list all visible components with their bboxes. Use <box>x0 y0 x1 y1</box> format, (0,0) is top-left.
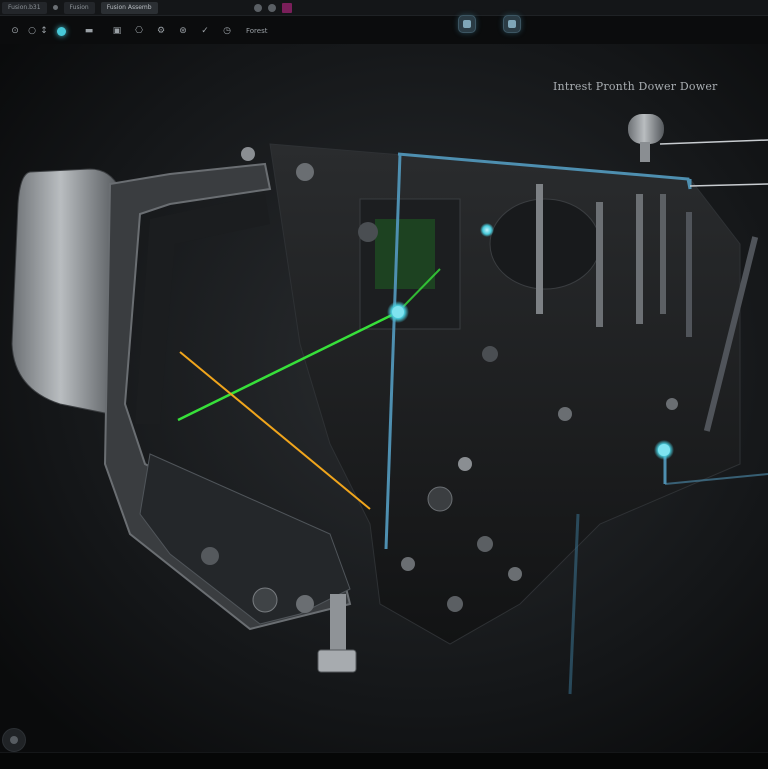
toolbar: ⊙ ○ ↕ ▬ ▣ ⎔ ⚙ ⊛ ✓ ◷ Forest <box>0 18 300 44</box>
toolbar-label: Forest <box>246 27 268 35</box>
minimize-icon[interactable] <box>254 3 262 12</box>
timer-icon[interactable]: ◷ <box>216 20 238 42</box>
bolt-head <box>317 649 357 673</box>
section-icon[interactable]: ▣ <box>106 20 128 42</box>
orbit-icon[interactable]: ○ <box>26 20 38 42</box>
rail-bolt <box>201 547 219 565</box>
cube-icon <box>508 20 516 28</box>
node-handle-core <box>392 306 404 318</box>
screw <box>241 147 255 161</box>
motor-cylinder <box>489 198 601 290</box>
fastener <box>558 407 572 421</box>
top-knob-stem <box>640 142 650 162</box>
maximize-icon[interactable] <box>268 3 276 12</box>
tab-separator-icon <box>52 5 58 10</box>
active-tool-icon <box>56 26 66 36</box>
fastener <box>508 567 522 581</box>
bolt-shaft <box>330 594 346 654</box>
housing-cover <box>11 168 121 415</box>
knob <box>358 222 378 242</box>
tab-1[interactable]: Fusion.b31 <box>2 1 47 14</box>
callout-label: Intrest Pronth Dower Dower <box>553 80 718 93</box>
circle-menu-icon <box>10 736 18 744</box>
rod <box>536 184 543 314</box>
fastener <box>482 346 498 362</box>
fastener <box>477 536 493 552</box>
fastener <box>458 457 472 471</box>
green-panel <box>375 219 435 289</box>
model-viewport[interactable] <box>0 44 768 752</box>
rod <box>596 202 603 327</box>
corner-menu-button[interactable] <box>2 728 26 752</box>
status-bar <box>0 752 768 769</box>
fastener <box>447 596 463 612</box>
rail-roller <box>252 587 278 613</box>
settings-icon[interactable]: ⚙ <box>150 20 172 42</box>
view-home-button[interactable] <box>458 15 476 33</box>
tab-3[interactable]: Fusion Assemb <box>100 1 158 14</box>
top-knob <box>628 114 664 144</box>
fastener <box>401 557 415 571</box>
rod <box>686 212 692 337</box>
machine-render <box>0 44 768 752</box>
title-bar: Fusion.b31 Fusion Fusion Assemb <box>0 0 768 16</box>
view-cube-button[interactable] <box>503 15 521 33</box>
tab-2[interactable]: Fusion <box>63 1 95 14</box>
measure-icon[interactable]: ▬ <box>78 20 100 42</box>
node-handle-core <box>658 444 670 456</box>
active-tool-button[interactable] <box>50 20 72 42</box>
profile-badge-icon[interactable] <box>282 2 292 13</box>
rod <box>636 194 643 324</box>
home-icon <box>463 20 471 28</box>
fastener <box>666 398 678 410</box>
pan-icon[interactable]: ↕ <box>38 20 50 42</box>
link-icon[interactable]: ⎔ <box>128 20 150 42</box>
rail-bolt <box>296 595 314 613</box>
select-icon[interactable]: ⊙ <box>4 20 26 42</box>
fastener <box>427 486 453 512</box>
joint-icon[interactable]: ⊛ <box>172 20 194 42</box>
check-icon[interactable]: ✓ <box>194 20 216 42</box>
node-handle <box>480 223 494 237</box>
rod <box>660 194 666 314</box>
screw <box>296 163 314 181</box>
